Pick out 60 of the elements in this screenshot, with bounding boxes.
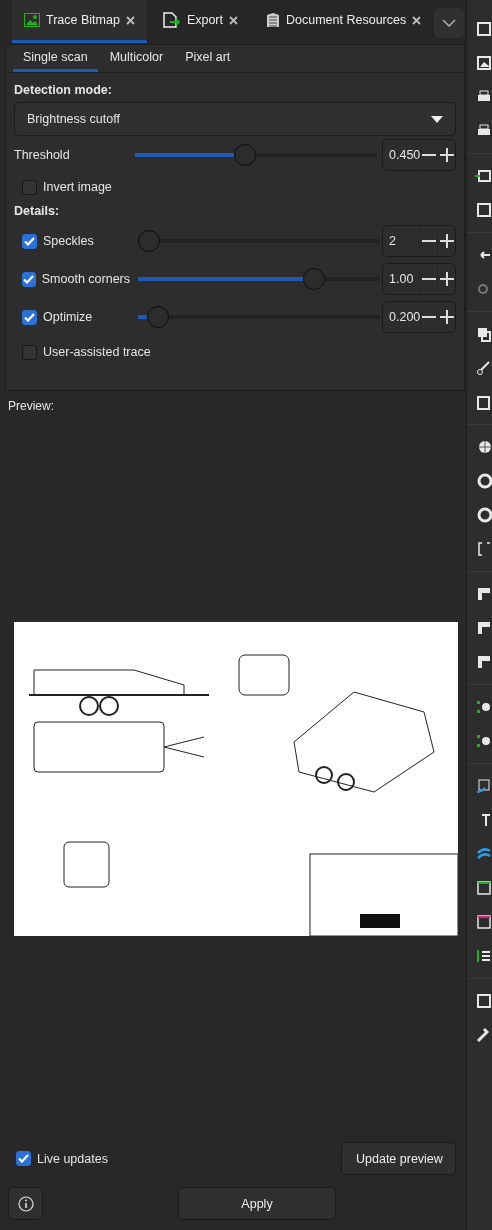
info-icon [17, 1195, 34, 1212]
close-icon[interactable] [125, 15, 135, 25]
threshold-label: Threshold [14, 148, 70, 162]
checkbox[interactable] [22, 233, 37, 249]
minus-button[interactable] [420, 140, 438, 170]
minus-icon [422, 154, 437, 156]
number-field[interactable]: 1.00 [382, 263, 456, 295]
minus-icon [422, 316, 437, 318]
tabs-menu-button[interactable] [434, 8, 464, 38]
minus-icon [421, 240, 436, 242]
section-label: Details: [14, 203, 61, 220]
number-field[interactable]: 2 [382, 225, 456, 257]
plus-icon [439, 148, 454, 162]
slider-handle[interactable] [138, 230, 160, 252]
chevron-down-icon [442, 19, 456, 27]
checkbox-label: Invert image [43, 180, 112, 194]
slider-handle[interactable] [146, 306, 169, 328]
slider-handle[interactable] [303, 268, 325, 290]
mode-tab[interactable]: Single scan [13, 45, 98, 72]
apply-button[interactable]: Apply [178, 1187, 336, 1220]
number-field[interactable]: 0.200 [382, 301, 456, 333]
triangle-down-icon [431, 115, 443, 123]
minus-button[interactable] [420, 302, 438, 332]
checkbox-label: Live updates [37, 1151, 108, 1166]
plus-icon [439, 272, 454, 286]
plus-button[interactable] [437, 140, 455, 170]
panel-tab[interactable]: Export [150, 0, 250, 43]
plus-icon [439, 234, 454, 248]
minus-icon [421, 278, 436, 280]
panel-tab[interactable]: Document Resources [254, 0, 434, 43]
plus-button[interactable] [437, 226, 455, 256]
checkbox[interactable] [16, 1151, 31, 1166]
checkbox-label: Optimize [43, 310, 93, 324]
file-export-icon [162, 12, 181, 28]
update-preview-button[interactable]: Update preview [341, 1142, 456, 1175]
checkbox[interactable] [22, 271, 36, 287]
close-icon[interactable] [229, 15, 238, 25]
detection-mode-dropdown[interactable]: Brightness cutoff [14, 102, 456, 136]
checkbox-label: Speckles [43, 234, 94, 248]
cabinet-icon [266, 12, 280, 28]
slider-handle[interactable] [233, 144, 256, 166]
checkbox[interactable] [22, 179, 37, 195]
checkbox[interactable] [22, 309, 37, 325]
checkbox-label: User-assisted trace [43, 345, 151, 359]
mode-tab[interactable]: Multicolor [99, 45, 174, 72]
panel-tab[interactable]: Trace Bitmap [12, 0, 147, 43]
minus-button[interactable] [419, 264, 437, 294]
image-icon [24, 13, 40, 27]
plus-button[interactable] [437, 264, 455, 294]
close-icon[interactable] [412, 15, 422, 25]
section-label: Detection mode: [14, 82, 113, 99]
checkbox[interactable] [22, 344, 37, 360]
plus-button[interactable] [437, 302, 455, 332]
checkbox-label: Smooth corners [41, 272, 130, 286]
number-field[interactable]: 0.450 [382, 139, 456, 171]
plus-icon [439, 310, 454, 324]
preview-label: Preview: [7, 398, 55, 415]
mode-tab[interactable]: Pixel art [175, 45, 241, 72]
minus-button[interactable] [419, 226, 437, 256]
info-button[interactable] [8, 1187, 43, 1220]
